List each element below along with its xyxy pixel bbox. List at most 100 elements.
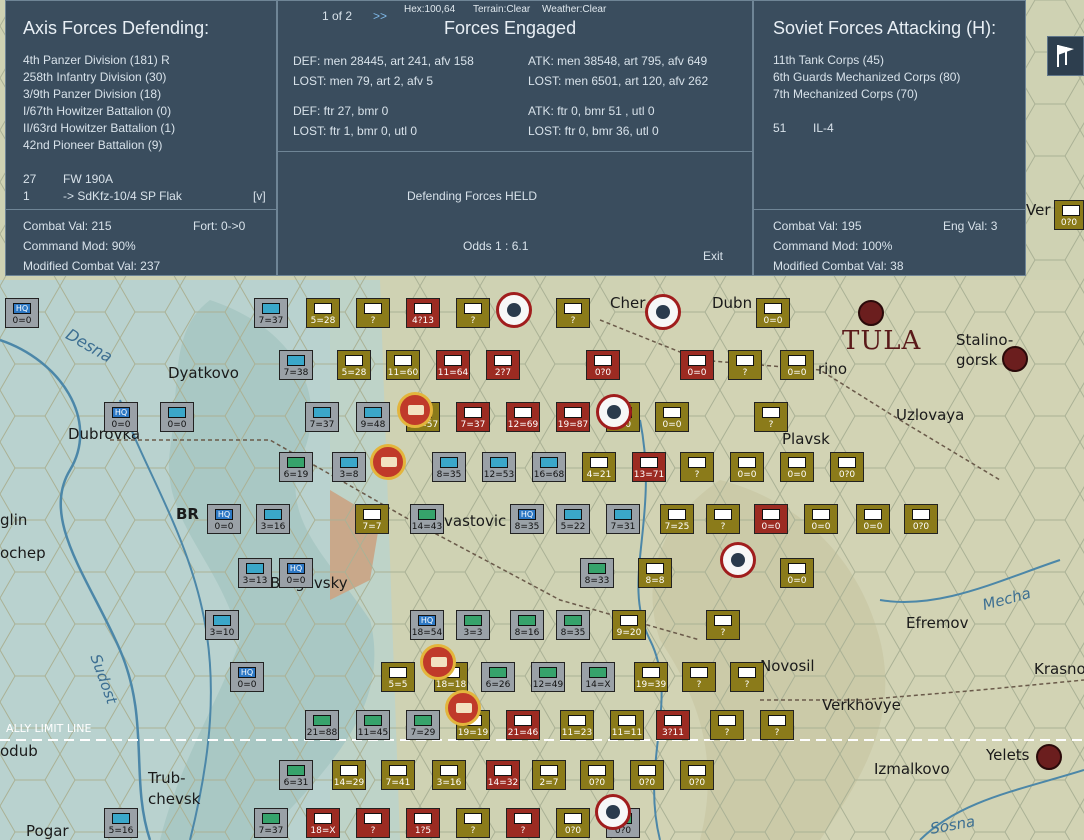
unit-counter[interactable]: ?: [728, 350, 762, 380]
attacker-unit[interactable]: 11th Tank Corps (45): [773, 53, 884, 67]
battle-marker-icon[interactable]: [445, 690, 481, 726]
unit-counter[interactable]: 0?0: [580, 760, 614, 790]
unit-counter[interactable]: 5=22: [556, 504, 590, 534]
unit-counter[interactable]: 0?0: [680, 760, 714, 790]
unit-counter[interactable]: ?: [754, 402, 788, 432]
unit-counter[interactable]: 9=48: [356, 402, 390, 432]
unit-counter[interactable]: 6=31: [279, 760, 313, 790]
city-tula-icon[interactable]: [858, 300, 884, 326]
unit-counter[interactable]: ?: [680, 452, 714, 482]
unit-counter[interactable]: HQ 8=35: [510, 504, 544, 534]
defender-unit[interactable]: 258th Infantry Division (30): [23, 70, 166, 84]
unit-counter[interactable]: ?: [356, 808, 390, 838]
unit-counter[interactable]: 12=53: [482, 452, 516, 482]
unit-counter[interactable]: 0=0: [780, 558, 814, 588]
unit-counter[interactable]: 5=28: [337, 350, 371, 380]
unit-counter[interactable]: 11=23: [560, 710, 594, 740]
unit-counter[interactable]: 0=0: [804, 504, 838, 534]
unit-counter[interactable]: ?: [456, 298, 490, 328]
unit-counter[interactable]: ?: [682, 662, 716, 692]
battle-marker-icon[interactable]: [420, 644, 456, 680]
city-yelets-icon[interactable]: [1036, 744, 1062, 770]
unit-counter[interactable]: 11=11: [610, 710, 644, 740]
unit-counter[interactable]: 21=46: [506, 710, 540, 740]
attacker-unit[interactable]: 7th Mechanized Corps (70): [773, 87, 918, 101]
unit-counter[interactable]: ?: [556, 298, 590, 328]
unit-counter[interactable]: 7=38: [279, 350, 313, 380]
unit-counter[interactable]: HQ 0=0: [230, 662, 264, 692]
unit-counter[interactable]: 0=0: [160, 402, 194, 432]
defender-unit[interactable]: 4th Panzer Division (181) R: [23, 53, 170, 67]
unit-counter[interactable]: 3=13: [238, 558, 272, 588]
unit-counter[interactable]: 7=31: [606, 504, 640, 534]
unit-counter[interactable]: 3?11: [656, 710, 690, 740]
unit-counter[interactable]: 3=8: [332, 452, 366, 482]
unit-counter[interactable]: HQ 0=0: [104, 402, 138, 432]
attacker-unit[interactable]: 6th Guards Mechanized Corps (80): [773, 70, 960, 84]
unit-counter[interactable]: 3=3: [456, 610, 490, 640]
unit-counter[interactable]: 0?0: [904, 504, 938, 534]
unit-counter[interactable]: 18=X: [306, 808, 340, 838]
air-unit-icon[interactable]: [645, 294, 681, 330]
unit-counter[interactable]: 14=32: [486, 760, 520, 790]
unit-counter-topright[interactable]: 0?0: [1054, 200, 1084, 230]
next-page-button[interactable]: >>: [373, 9, 387, 23]
unit-counter[interactable]: 8=33: [580, 558, 614, 588]
unit-counter[interactable]: 5=5: [381, 662, 415, 692]
unit-counter[interactable]: HQ 18=54: [410, 610, 444, 640]
air-unit-icon[interactable]: [720, 542, 756, 578]
unit-counter[interactable]: 3=10: [205, 610, 239, 640]
unit-counter[interactable]: ?: [706, 504, 740, 534]
unit-counter[interactable]: 0=0: [780, 350, 814, 380]
unit-counter[interactable]: 12=49: [531, 662, 565, 692]
unit-counter[interactable]: 5=28: [306, 298, 340, 328]
unit-counter[interactable]: ?: [356, 298, 390, 328]
battle-marker-icon[interactable]: [397, 392, 433, 428]
unit-counter[interactable]: 0=0: [655, 402, 689, 432]
defender-air-type[interactable]: FW 190A: [63, 172, 113, 186]
unit-counter[interactable]: 7=37: [305, 402, 339, 432]
defender-unit[interactable]: I/67th Howitzer Battalion (0): [23, 104, 171, 118]
unit-counter[interactable]: 4?13: [406, 298, 440, 328]
unit-counter[interactable]: 8=35: [556, 610, 590, 640]
unit-counter[interactable]: 16=68: [532, 452, 566, 482]
unit-counter[interactable]: 14=29: [332, 760, 366, 790]
unit-counter[interactable]: 7=37: [254, 298, 288, 328]
unit-counter[interactable]: 6=26: [481, 662, 515, 692]
unit-counter[interactable]: ?: [730, 662, 764, 692]
unit-counter[interactable]: 14=X: [581, 662, 615, 692]
unit-counter[interactable]: 21=88: [305, 710, 339, 740]
unit-counter[interactable]: 12=69: [506, 402, 540, 432]
unit-counter[interactable]: 0=0: [780, 452, 814, 482]
unit-counter[interactable]: 11=60: [386, 350, 420, 380]
unit-counter[interactable]: 13=71: [632, 452, 666, 482]
unit-counter[interactable]: 0=0: [754, 504, 788, 534]
defender-support-type[interactable]: -> SdKfz-10/4 SP Flak: [63, 189, 182, 203]
unit-counter[interactable]: 0=0: [756, 298, 790, 328]
unit-counter[interactable]: 11=45: [356, 710, 390, 740]
unit-counter[interactable]: 19=87: [556, 402, 590, 432]
unit-counter[interactable]: 5=16: [104, 808, 138, 838]
unit-counter[interactable]: 11=64: [436, 350, 470, 380]
defender-unit[interactable]: II/63rd Howitzer Battalion (1): [23, 121, 175, 135]
unit-counter[interactable]: ?: [706, 610, 740, 640]
flag-icon[interactable]: [1047, 36, 1084, 76]
unit-counter[interactable]: ?: [456, 808, 490, 838]
unit-counter[interactable]: 7=37: [456, 402, 490, 432]
unit-counter[interactable]: 0?0: [556, 808, 590, 838]
unit-counter[interactable]: 0?0: [630, 760, 664, 790]
unit-counter[interactable]: 0?0: [586, 350, 620, 380]
unit-counter[interactable]: HQ 0=0: [5, 298, 39, 328]
defender-support-flag[interactable]: [v]: [253, 189, 266, 203]
unit-counter[interactable]: 8=16: [510, 610, 544, 640]
unit-counter[interactable]: 19=39: [634, 662, 668, 692]
unit-counter[interactable]: 7=37: [254, 808, 288, 838]
attacker-air-type[interactable]: IL-4: [813, 121, 834, 135]
defender-unit[interactable]: 3/9th Panzer Division (18): [23, 87, 161, 101]
defender-unit[interactable]: 42nd Pioneer Battalion (9): [23, 138, 162, 152]
unit-counter[interactable]: 2?7: [486, 350, 520, 380]
unit-counter[interactable]: 14=43: [410, 504, 444, 534]
unit-counter[interactable]: 6=19: [279, 452, 313, 482]
unit-counter[interactable]: 3=16: [432, 760, 466, 790]
unit-counter[interactable]: 9=20: [612, 610, 646, 640]
